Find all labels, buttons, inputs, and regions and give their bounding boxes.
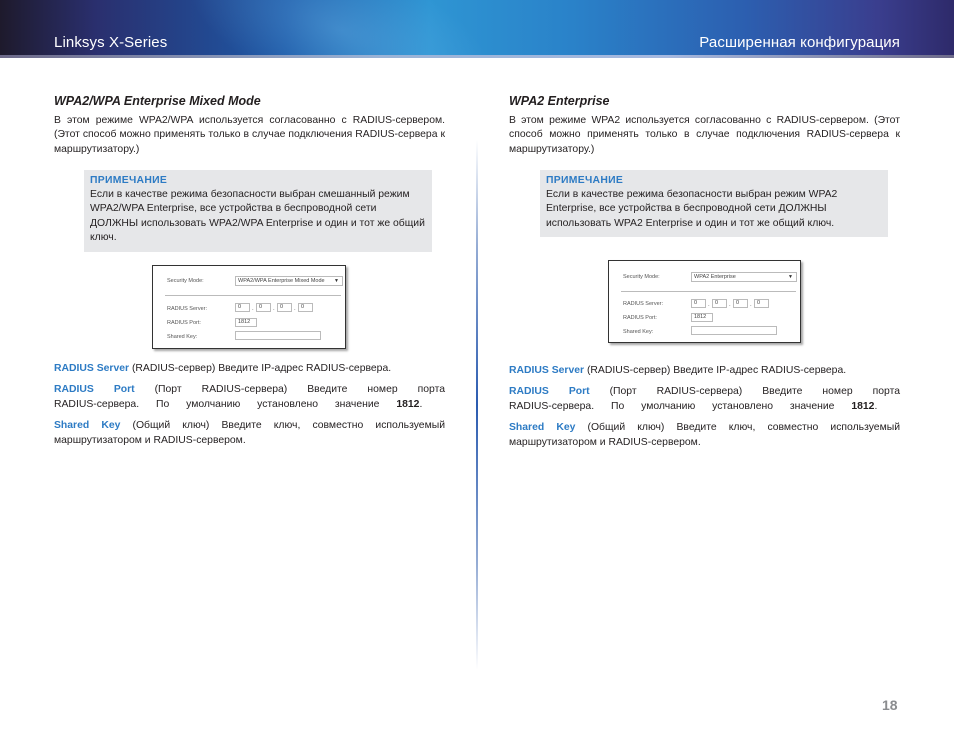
term-shared-key: Shared Key xyxy=(54,420,121,432)
security-mode-value: WPA2/WPA Enterprise Mixed Mode xyxy=(238,278,325,284)
term-radius-server: RADIUS Server xyxy=(54,363,130,374)
term-radius-port: RADIUS Port xyxy=(509,386,590,398)
definition-radius-server: RADIUS Server (RADIUS-сервер) Введите IP… xyxy=(54,362,445,376)
octet-separator: . xyxy=(273,306,275,312)
dropdown-arrow-icon: ▼ xyxy=(788,274,793,280)
security-mode-label: Security Mode: xyxy=(623,274,660,280)
dropdown-arrow-icon: ▼ xyxy=(334,278,339,284)
radius-server-octet-3: 0 xyxy=(277,303,292,312)
term-radius-port: RADIUS Port xyxy=(54,384,135,396)
octet-separator: . xyxy=(708,302,710,308)
divider-line xyxy=(165,295,341,296)
octet-separator: . xyxy=(294,306,296,312)
default-port-value: 1812 xyxy=(396,398,420,410)
radius-server-octet-1: 0 xyxy=(235,303,250,312)
radius-port-label: RADIUS Port: xyxy=(623,315,657,321)
note-text: Если в качестве режима безопасности выбр… xyxy=(90,189,425,244)
radius-server-octet-1: 0 xyxy=(691,299,706,308)
page-header-banner: Linksys X-Series Расширенная конфигураци… xyxy=(0,0,954,58)
security-mode-label: Security Mode: xyxy=(167,278,204,284)
definition-text-end: . xyxy=(419,398,423,410)
security-mode-select: WPA2 Enterprise ▼ xyxy=(691,272,797,282)
settings-screenshot-mixed-mode: Security Mode: WPA2/WPA Enterprise Mixed… xyxy=(152,265,346,349)
column-divider xyxy=(476,140,478,670)
radius-server-label: RADIUS Server: xyxy=(167,306,208,312)
page-number: 18 xyxy=(882,697,898,713)
definition-radius-port: RADIUS Port (Порт RADIUS-сервера) Введит… xyxy=(509,385,900,414)
security-mode-select: WPA2/WPA Enterprise Mixed Mode ▼ xyxy=(235,276,343,286)
settings-screenshot-wpa2-enterprise: Security Mode: WPA2 Enterprise ▼ RADIUS … xyxy=(608,260,801,343)
divider-line xyxy=(621,291,796,292)
shared-key-field xyxy=(691,326,777,335)
security-mode-value: WPA2 Enterprise xyxy=(694,274,736,280)
section-intro-mixed-mode: В этом режиме WPA2/WPA используется согл… xyxy=(54,115,445,155)
default-port-value: 1812 xyxy=(851,400,875,412)
note-title: ПРИМЕЧАНИЕ xyxy=(90,175,168,186)
radius-port-label: RADIUS Port: xyxy=(167,320,201,326)
definition-radius-server: RADIUS Server (RADIUS-сервер) Введите IP… xyxy=(509,364,900,378)
definition-radius-port: RADIUS Port (Порт RADIUS-сервера) Введит… xyxy=(54,383,445,412)
left-column: WPA2/WPA Enterprise Mixed Mode В этом ре… xyxy=(54,94,445,157)
radius-port-field: 1812 xyxy=(235,318,257,327)
radius-server-octet-2: 0 xyxy=(256,303,271,312)
radius-server-octet-4: 0 xyxy=(298,303,313,312)
octet-separator: . xyxy=(252,306,254,312)
note-title: ПРИМЕЧАНИЕ xyxy=(546,175,624,186)
definition-text-end: . xyxy=(874,400,878,412)
radius-server-octet-3: 0 xyxy=(733,299,748,308)
definitions-list-mixed-mode: RADIUS Server (RADIUS-сервер) Введите IP… xyxy=(54,362,445,455)
note-text: Если в качестве режима безопасности выбр… xyxy=(546,189,838,229)
section-title-wpa2-enterprise: WPA2 Enterprise xyxy=(509,94,610,108)
section-title-mixed-mode: WPA2/WPA Enterprise Mixed Mode xyxy=(54,94,261,108)
definition-shared-key: Shared Key (Общий ключ) Введите ключ, со… xyxy=(54,419,445,448)
radius-server-octet-4: 0 xyxy=(754,299,769,308)
radius-server-label: RADIUS Server: xyxy=(623,301,664,307)
shared-key-field xyxy=(235,331,321,340)
note-box-mixed-mode: ПРИМЕЧАНИЕ Если в качестве режима безопа… xyxy=(84,170,432,252)
term-radius-server: RADIUS Server xyxy=(509,365,585,376)
section-intro-wpa2-enterprise: В этом режиме WPA2 используется согласов… xyxy=(509,115,900,155)
shared-key-label: Shared Key: xyxy=(167,334,198,340)
definitions-list-wpa2-enterprise: RADIUS Server (RADIUS-сервер) Введите IP… xyxy=(509,364,900,457)
header-product-title: Linksys X-Series xyxy=(54,34,168,51)
note-box-wpa2-enterprise: ПРИМЕЧАНИЕ Если в качестве режима безопа… xyxy=(540,170,888,237)
definition-shared-key: Shared Key (Общий ключ) Введите ключ, со… xyxy=(509,421,900,450)
shared-key-label: Shared Key: xyxy=(623,329,654,335)
radius-server-octet-2: 0 xyxy=(712,299,727,308)
definition-text: (RADIUS-сервер) Введите IP-адрес RADIUS-… xyxy=(129,363,392,374)
definition-text: (RADIUS-сервер) Введите IP-адрес RADIUS-… xyxy=(584,365,847,376)
term-shared-key: Shared Key xyxy=(509,422,576,434)
octet-separator: . xyxy=(729,302,731,308)
octet-separator: . xyxy=(750,302,752,308)
header-section-title: Расширенная конфигурация xyxy=(699,34,900,51)
radius-port-field: 1812 xyxy=(691,313,713,322)
right-column: WPA2 Enterprise В этом режиме WPA2 испол… xyxy=(509,94,900,157)
